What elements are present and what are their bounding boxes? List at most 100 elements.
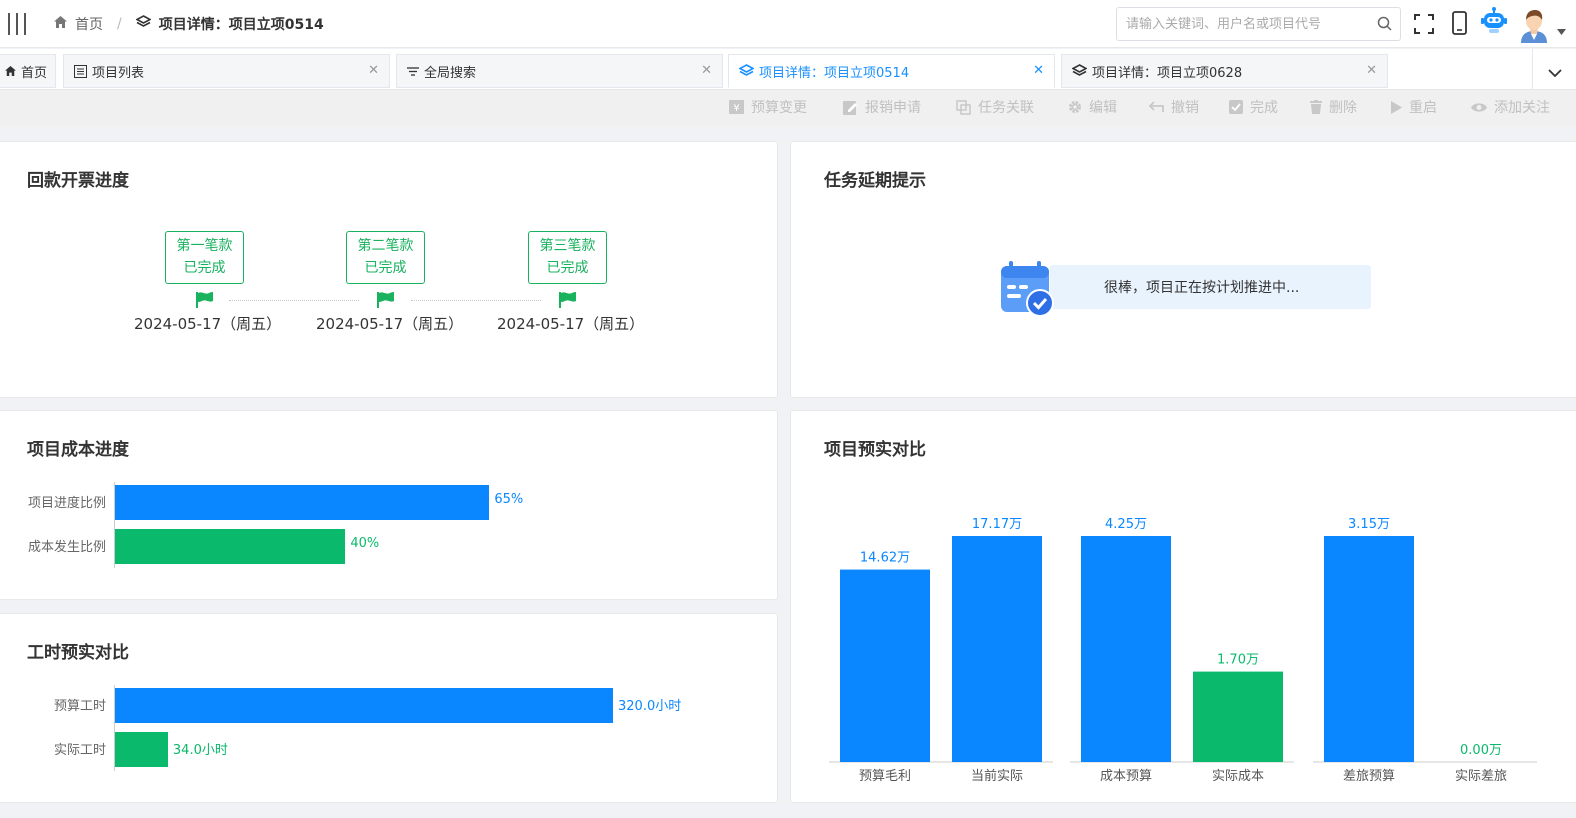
layers-icon — [135, 15, 152, 33]
card-title: 项目成本进度 — [27, 440, 129, 460]
budget-icon: ¥ — [729, 100, 744, 114]
budget-actual-chart: 14.62万预算毛利 17.17万当前实际 4.25万成本预算 1.70万实际成本 3.… — [829, 517, 1537, 784]
tab-global-search[interactable]: 全局搜索 ✕ — [396, 54, 723, 88]
bar-label: 成本发生比例 — [27, 540, 106, 555]
copy-icon — [956, 99, 971, 115]
flag-icon — [377, 292, 395, 312]
close-icon[interactable]: ✕ — [368, 63, 379, 78]
mobile-icon[interactable] — [1452, 11, 1467, 39]
tab-home[interactable]: 首页 — [0, 54, 56, 88]
search-input[interactable] — [1117, 8, 1357, 40]
bar — [952, 536, 1042, 762]
bar-value-label: 3.15万 — [1348, 517, 1390, 532]
tab-label: 项目详情：项目立项0514 — [759, 65, 910, 81]
bar-value-label: 4.25万 — [1105, 517, 1147, 532]
bar-value: 65% — [494, 492, 524, 507]
home-icon — [5, 66, 16, 76]
bar — [1324, 536, 1414, 762]
delete-button[interactable]: 删除 — [1310, 97, 1357, 117]
tab-label: 首页 — [21, 65, 48, 81]
bar-value: 40% — [350, 536, 380, 551]
bar — [840, 569, 930, 762]
tab-label: 项目详情：项目立项0628 — [1092, 65, 1243, 81]
menu-toggle-icon[interactable] — [8, 13, 26, 35]
milestone-box: 第二笔款 已完成 — [346, 231, 425, 284]
layers-icon — [1072, 64, 1087, 78]
hours-bar — [115, 732, 168, 767]
gear-icon — [1068, 100, 1082, 114]
close-icon[interactable]: ✕ — [1033, 63, 1044, 78]
category-label: 预算毛利 — [859, 769, 911, 784]
hours-bar — [115, 688, 613, 723]
chevron-down-icon — [1547, 62, 1562, 81]
eye-icon — [1471, 102, 1487, 113]
bar-value: 320.0小时 — [618, 699, 682, 714]
tabs-more-button[interactable] — [1532, 49, 1576, 93]
timeline-connector — [229, 300, 359, 301]
tab-project-detail-0514[interactable]: 项目详情：项目立项0514 ✕ — [728, 54, 1055, 88]
category-label: 成本预算 — [1100, 769, 1152, 784]
milestone-box: 第一笔款 已完成 — [165, 231, 244, 284]
close-icon[interactable]: ✕ — [1366, 63, 1377, 78]
trash-icon — [1310, 100, 1322, 114]
robot-assistant-icon[interactable] — [1481, 7, 1507, 39]
card-title: 项目预实对比 — [824, 440, 926, 460]
svg-text:¥: ¥ — [733, 103, 739, 114]
bar — [1193, 671, 1283, 762]
bar-label: 实际工时 — [53, 743, 106, 758]
tab-project-detail-0628[interactable]: 项目详情：项目立项0628 ✕ — [1061, 54, 1388, 88]
milestone-date: 2024-05-17（周五） — [497, 315, 645, 333]
category-label: 差旅预算 — [1343, 769, 1395, 784]
bar-value-label: 1.70万 — [1217, 653, 1259, 668]
bar-value-label: 14.62万 — [860, 551, 910, 566]
tab-label: 项目列表 — [92, 65, 145, 81]
card-title: 任务延期提示 — [824, 171, 926, 191]
undo-icon — [1149, 101, 1164, 113]
card-title: 回款开票进度 — [27, 171, 129, 191]
play-icon — [1391, 100, 1402, 114]
bar-label: 预算工时 — [53, 699, 106, 714]
layers-icon — [739, 64, 754, 78]
milestone-date: 2024-05-17（周五） — [316, 315, 464, 333]
tab-project-list[interactable]: 项目列表 ✕ — [63, 54, 390, 88]
budget-change-button[interactable]: ¥ 预算变更 — [729, 97, 807, 117]
flag-icon — [559, 292, 577, 312]
task-link-button[interactable]: 任务关联 — [956, 97, 1034, 117]
user-avatar[interactable] — [1518, 7, 1550, 47]
caret-down-icon[interactable] — [1557, 20, 1566, 39]
action-toolbar: ¥ 预算变更 报销申请 任务关联 编辑 撤销 完成 删除 重启 添加关注 — [0, 89, 1576, 127]
edit-button[interactable]: 编辑 — [1068, 97, 1117, 117]
milestone-date: 2024-05-17（周五） — [134, 315, 282, 333]
reimburse-button[interactable]: 报销申请 — [843, 97, 921, 117]
progress-bar — [115, 485, 490, 520]
progress-bar — [115, 529, 346, 564]
complete-button[interactable]: 完成 — [1229, 97, 1278, 117]
breadcrumb-home[interactable]: 首页 — [75, 14, 103, 34]
search-icon[interactable] — [1377, 16, 1392, 35]
filter-icon — [407, 66, 419, 76]
flag-icon — [196, 292, 214, 312]
card-title: 工时预实对比 — [27, 643, 129, 663]
restart-button[interactable]: 重启 — [1391, 97, 1437, 117]
close-icon[interactable]: ✕ — [701, 63, 712, 78]
bar-label: 项目进度比例 — [27, 496, 106, 511]
follow-button[interactable]: 添加关注 — [1471, 97, 1550, 117]
delay-message: 很棒，项目正在按计划推进中... — [1050, 265, 1371, 309]
bar — [1081, 536, 1171, 762]
top-header: 首页 / 项目详情：项目立项0514 — [0, 0, 1576, 48]
check-square-icon — [1229, 100, 1243, 114]
timeline-connector — [411, 300, 541, 301]
category-label: 当前实际 — [971, 768, 1023, 784]
tabs-bar: 首页 项目列表 ✕ 全局搜索 ✕ 项目详情：项目立项0514 ✕ 项目详情：项目… — [0, 49, 1576, 89]
bar-value: 34.0小时 — [172, 743, 228, 758]
home-icon — [54, 16, 67, 32]
category-label: 实际成本 — [1212, 769, 1264, 784]
bar-value-label: 0.00万 — [1460, 743, 1502, 758]
tab-label: 全局搜索 — [424, 65, 477, 81]
edit-doc-icon — [843, 100, 858, 115]
breadcrumb-separator: / — [117, 16, 122, 32]
milestone-box: 第三笔款 已完成 — [528, 231, 607, 284]
fullscreen-icon[interactable] — [1414, 14, 1434, 38]
revoke-button[interactable]: 撤销 — [1149, 97, 1199, 117]
category-label: 实际差旅 — [1455, 769, 1507, 784]
